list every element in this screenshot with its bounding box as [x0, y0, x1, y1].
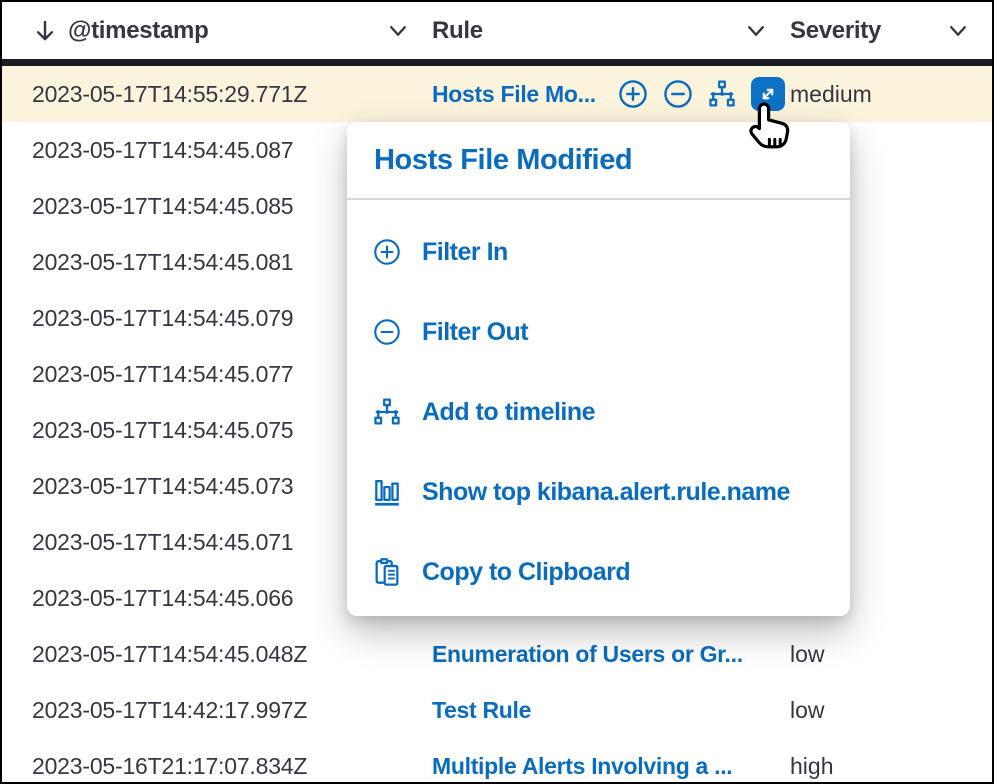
table-row: 2023-05-17T14:54:45.048Z Enumeration of … [2, 626, 992, 682]
sort-descending-icon [32, 18, 58, 44]
menu-item-filter-in[interactable]: Filter In [347, 212, 850, 292]
severity-cell[interactable]: medium [790, 81, 992, 108]
menu-item-show-top[interactable]: Show top kibana.alert.rule.name [347, 452, 850, 532]
rule-link[interactable]: Test Rule [432, 697, 531, 724]
minus-in-circle-icon [373, 318, 401, 346]
timeline-icon [373, 398, 401, 426]
severity-cell[interactable]: low [790, 641, 992, 668]
menu-item-label: Show top kibana.alert.rule.name [422, 478, 790, 507]
rule-cell: Enumeration of Users or Gr... [432, 641, 790, 668]
rule-cell: Hosts File Mo... [432, 77, 790, 111]
cell-actions-popover: Hosts File Modified Filter In Filter Out… [347, 122, 850, 616]
rule-cell: Test Rule [432, 697, 790, 724]
timeline-icon [708, 80, 736, 108]
timestamp-cell[interactable]: 2023-05-16T21:17:07.834Z [32, 753, 432, 780]
rule-cell: Multiple Alerts Involving a ... [432, 753, 790, 780]
minus-in-circle-icon [663, 79, 693, 109]
column-label-severity: Severity [790, 17, 881, 45]
plus-in-circle-icon [618, 79, 648, 109]
filter-in-button[interactable] [618, 79, 648, 109]
plus-in-circle-icon [373, 238, 401, 266]
clipboard-icon [373, 558, 401, 586]
menu-item-filter-out[interactable]: Filter Out [347, 292, 850, 372]
timestamp-cell[interactable]: 2023-05-17T14:42:17.997Z [32, 697, 432, 724]
table-row: 2023-05-16T21:17:07.834Z Multiple Alerts… [2, 738, 992, 784]
rule-link[interactable]: Hosts File Mo... [432, 81, 596, 108]
rule-link[interactable]: Enumeration of Users or Gr... [432, 641, 743, 668]
column-header-timestamp[interactable]: @timestamp [32, 2, 432, 59]
rule-link[interactable]: Multiple Alerts Involving a ... [432, 753, 732, 780]
column-label-rule: Rule [432, 17, 483, 45]
menu-item-add-to-timeline[interactable]: Add to timeline [347, 372, 850, 452]
chevron-down-icon[interactable] [744, 19, 768, 43]
expand-diagonal-icon [758, 84, 778, 104]
timestamp-cell[interactable]: 2023-05-17T14:55:29.771Z [32, 81, 432, 108]
filter-out-button[interactable] [663, 79, 693, 109]
table-row: 2023-05-17T14:55:29.771Z Hosts File Mo..… [2, 66, 992, 122]
severity-cell[interactable]: low [790, 697, 992, 724]
add-to-timeline-button[interactable] [708, 80, 736, 108]
menu-item-label: Copy to Clipboard [422, 558, 630, 587]
chevron-down-icon[interactable] [386, 19, 410, 43]
menu-item-label: Filter In [422, 238, 508, 267]
popover-menu: Filter In Filter Out Add to timeline Sho… [347, 200, 850, 612]
menu-item-label: Filter Out [422, 318, 528, 347]
cell-action-icons [618, 77, 785, 111]
chevron-down-icon[interactable] [946, 19, 970, 43]
timestamp-cell[interactable]: 2023-05-17T14:54:45.048Z [32, 641, 432, 668]
popover-title: Hosts File Modified [347, 122, 850, 200]
table-header: @timestamp Rule Severity [2, 2, 992, 66]
severity-cell[interactable]: high [790, 753, 992, 780]
alerts-data-grid: @timestamp Rule Severity 2023-05-17T14:5… [0, 0, 994, 784]
column-header-severity[interactable]: Severity [790, 2, 992, 59]
column-label-timestamp: @timestamp [68, 17, 208, 45]
bar-chart-icon [373, 478, 401, 506]
table-row: 2023-05-17T14:42:17.997Z Test Rule low [2, 682, 992, 738]
column-header-rule[interactable]: Rule [432, 2, 790, 59]
menu-item-label: Add to timeline [422, 398, 595, 427]
expand-alert-button[interactable] [751, 77, 785, 111]
menu-item-copy-to-clipboard[interactable]: Copy to Clipboard [347, 532, 850, 612]
